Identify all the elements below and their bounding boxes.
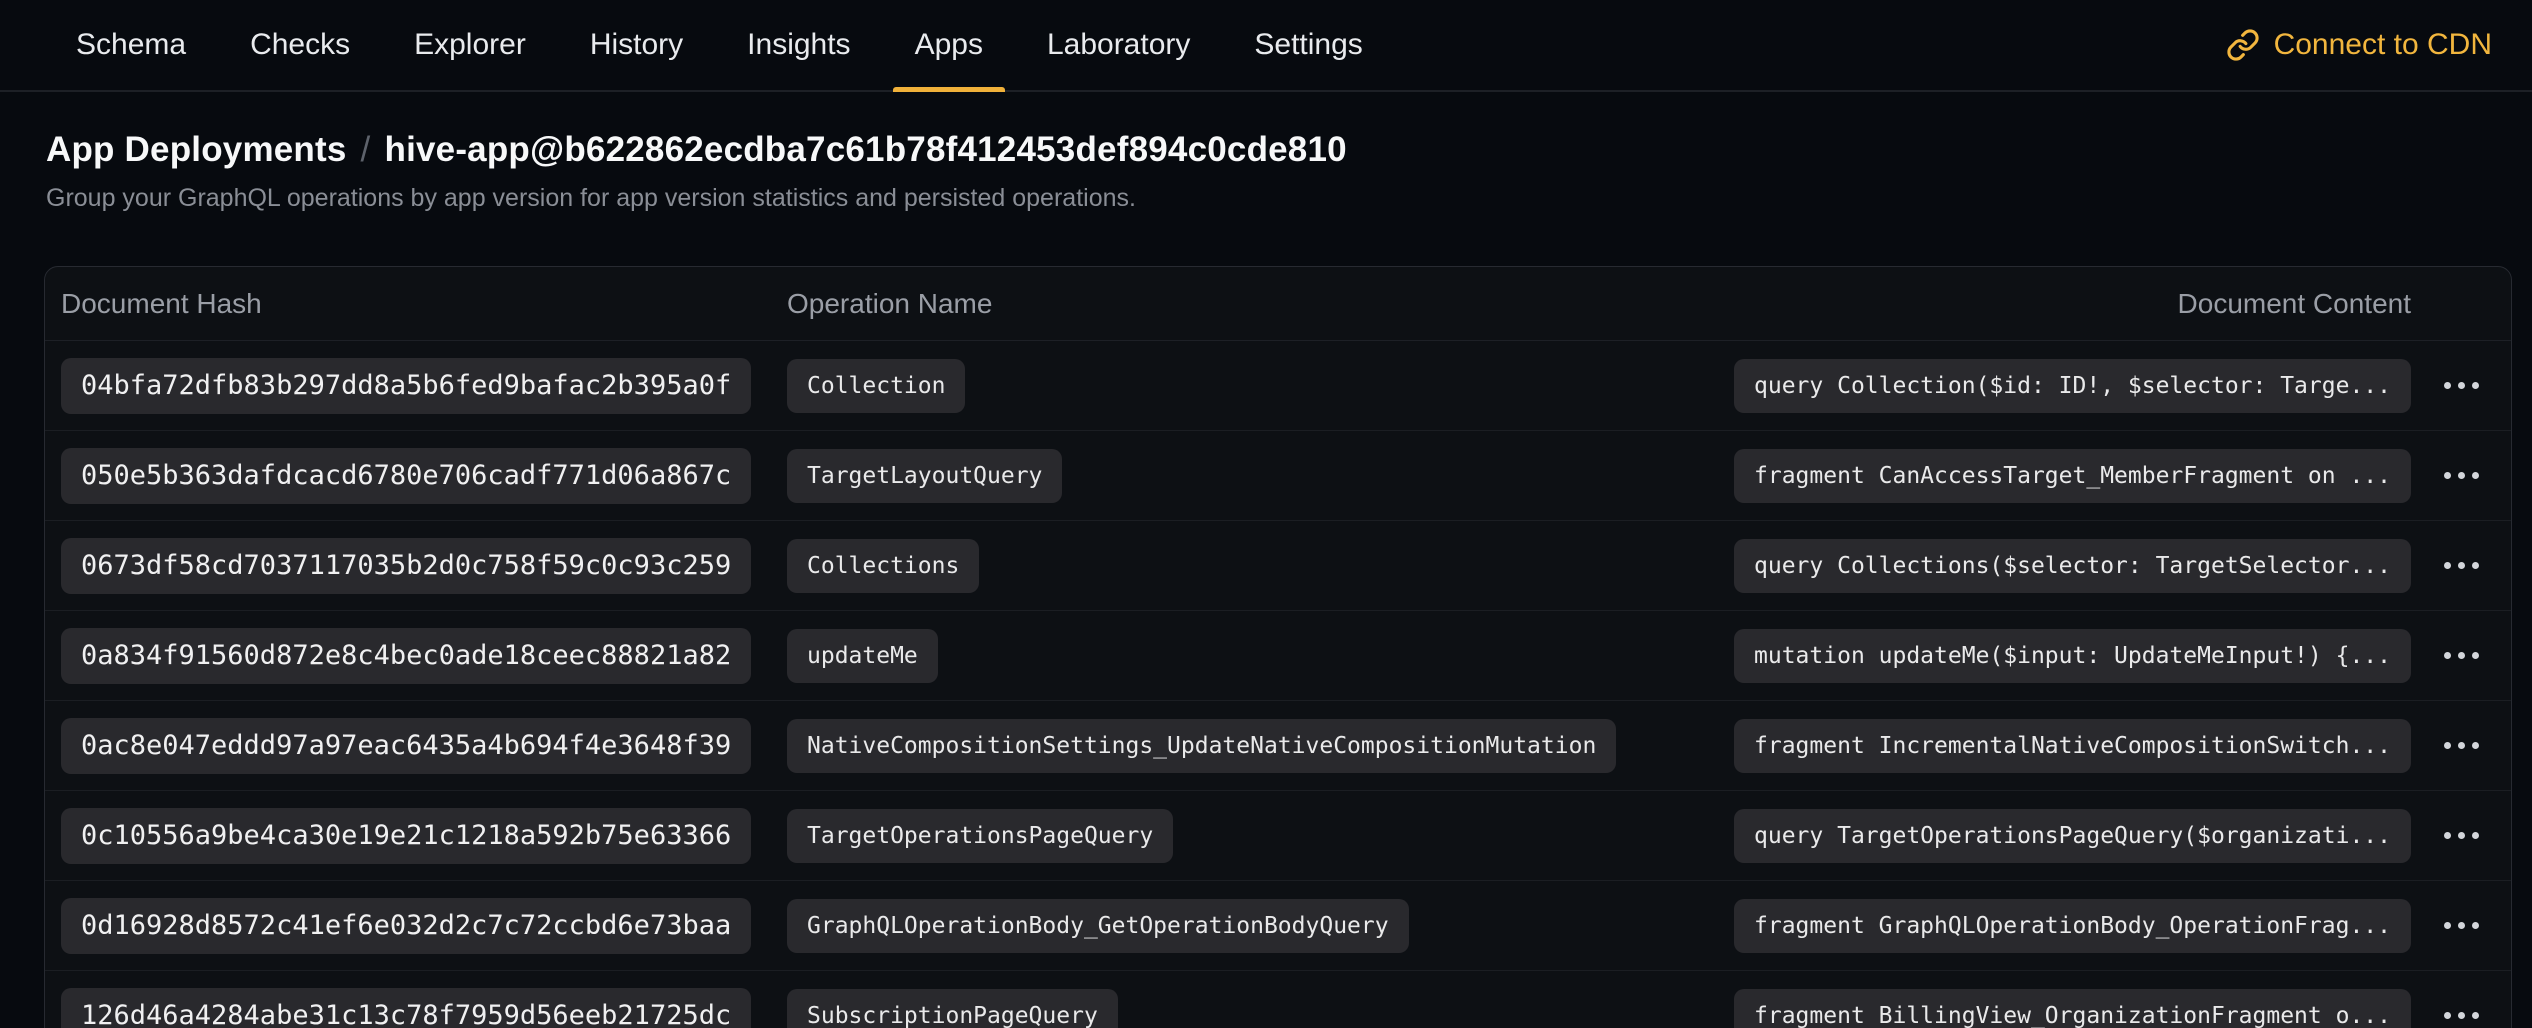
nav-tab-label: Settings bbox=[1254, 28, 1362, 62]
row-menu-button[interactable] bbox=[2432, 1000, 2491, 1028]
nav-tab-label: Insights bbox=[747, 28, 850, 62]
column-header-operation-name: Operation Name bbox=[787, 288, 1731, 320]
operation-name-pill: NativeCompositionSettings_UpdateNativeCo… bbox=[787, 719, 1616, 773]
document-content-pill: query TargetOperationsPageQuery($organiz… bbox=[1734, 809, 2411, 863]
page-subtitle: Group your GraphQL operations by app ver… bbox=[46, 182, 2486, 214]
nav-tab-history[interactable]: History bbox=[568, 0, 705, 90]
connect-to-cdn-button[interactable]: Connect to CDN bbox=[2226, 0, 2492, 90]
ellipsis-icon bbox=[2444, 562, 2451, 569]
breadcrumb-current: hive-app@b622862ecdba7c61b78f412453def89… bbox=[384, 130, 1346, 169]
document-content-pill: fragment IncrementalNativeCompositionSwi… bbox=[1734, 719, 2411, 773]
page-heading: App Deployments/hive-app@b622862ecdba7c6… bbox=[0, 128, 2532, 214]
table-row: 0d16928d8572c41ef6e032d2c7c72ccbd6e73baa… bbox=[45, 881, 2511, 971]
nav-tab-apps[interactable]: Apps bbox=[893, 0, 1005, 90]
column-header-document-hash: Document Hash bbox=[45, 288, 787, 320]
breadcrumb-section[interactable]: App Deployments bbox=[46, 130, 347, 169]
ellipsis-icon bbox=[2444, 1012, 2451, 1019]
ellipsis-icon bbox=[2444, 472, 2451, 479]
document-hash-pill: 0a834f91560d872e8c4bec0ade18ceec88821a82 bbox=[61, 628, 751, 684]
document-hash-pill: 0c10556a9be4ca30e19e21c1218a592b75e63366 bbox=[61, 808, 751, 864]
app-deployments-page: Schema Checks Explorer History Insights bbox=[0, 0, 2532, 1028]
document-content-pill: fragment GraphQLOperationBody_OperationF… bbox=[1734, 899, 2411, 953]
document-content-pill: query Collections($selector: TargetSelec… bbox=[1734, 539, 2411, 593]
operation-name-pill: Collections bbox=[787, 539, 979, 593]
nav-tab-label: Checks bbox=[250, 28, 350, 62]
row-menu-button[interactable] bbox=[2432, 460, 2491, 491]
nav-tab-label: Laboratory bbox=[1047, 28, 1190, 62]
table-row: 0a834f91560d872e8c4bec0ade18ceec88821a82… bbox=[45, 611, 2511, 701]
document-content-pill: fragment BillingView_OrganizationFragmen… bbox=[1734, 989, 2411, 1028]
operation-name-pill: Collection bbox=[787, 359, 965, 413]
document-content-pill: mutation updateMe($input: UpdateMeInput!… bbox=[1734, 629, 2411, 683]
table-row: 0c10556a9be4ca30e19e21c1218a592b75e63366… bbox=[45, 791, 2511, 881]
document-hash-pill: 126d46a4284abe31c13c78f7959d56eeb21725dc bbox=[61, 988, 751, 1028]
table-header-row: Document Hash Operation Name Document Co… bbox=[45, 267, 2511, 341]
document-hash-pill: 050e5b363dafdcacd6780e706cadf771d06a867c bbox=[61, 448, 751, 504]
operation-name-pill: TargetLayoutQuery bbox=[787, 449, 1062, 503]
ellipsis-icon bbox=[2444, 652, 2451, 659]
deployments-table: Document Hash Operation Name Document Co… bbox=[44, 266, 2512, 1028]
document-content-pill: fragment CanAccessTarget_MemberFragment … bbox=[1734, 449, 2411, 503]
ellipsis-icon bbox=[2444, 832, 2451, 839]
document-hash-pill: 0ac8e047eddd97a97eac6435a4b694f4e3648f39 bbox=[61, 718, 751, 774]
operation-name-pill: SubscriptionPageQuery bbox=[787, 989, 1118, 1028]
row-menu-button[interactable] bbox=[2432, 820, 2491, 851]
document-content-pill: query Collection($id: ID!, $selector: Ta… bbox=[1734, 359, 2411, 413]
nav-tabs: Schema Checks Explorer History Insights bbox=[54, 0, 1385, 90]
column-header-document-content: Document Content bbox=[1731, 288, 2411, 320]
nav-tab-settings[interactable]: Settings bbox=[1232, 0, 1384, 90]
table-row: 0673df58cd7037117035b2d0c758f59c0c93c259… bbox=[45, 521, 2511, 611]
table-row: 126d46a4284abe31c13c78f7959d56eeb21725dc… bbox=[45, 971, 2511, 1028]
table-body: 04bfa72dfb83b297dd8a5b6fed9bafac2b395a0f… bbox=[45, 341, 2511, 1028]
nav-tab-explorer[interactable]: Explorer bbox=[392, 0, 548, 90]
ellipsis-icon bbox=[2444, 382, 2451, 389]
connect-to-cdn-label: Connect to CDN bbox=[2274, 28, 2492, 62]
nav-tab-label: Apps bbox=[915, 28, 983, 62]
operation-name-pill: TargetOperationsPageQuery bbox=[787, 809, 1173, 863]
ellipsis-icon bbox=[2444, 922, 2451, 929]
nav-tab-checks[interactable]: Checks bbox=[228, 0, 372, 90]
row-menu-button[interactable] bbox=[2432, 910, 2491, 941]
table-row: 04bfa72dfb83b297dd8a5b6fed9bafac2b395a0f… bbox=[45, 341, 2511, 431]
operation-name-pill: updateMe bbox=[787, 629, 938, 683]
nav-tab-label: Explorer bbox=[414, 28, 526, 62]
link-icon bbox=[2226, 28, 2260, 62]
table-row: 050e5b363dafdcacd6780e706cadf771d06a867c… bbox=[45, 431, 2511, 521]
nav-tab-label: Schema bbox=[76, 28, 186, 62]
breadcrumb-separator: / bbox=[347, 130, 385, 169]
document-hash-pill: 04bfa72dfb83b297dd8a5b6fed9bafac2b395a0f bbox=[61, 358, 751, 414]
top-nav: Schema Checks Explorer History Insights bbox=[0, 0, 2532, 92]
operation-name-pill: GraphQLOperationBody_GetOperationBodyQue… bbox=[787, 899, 1409, 953]
nav-tab-schema[interactable]: Schema bbox=[54, 0, 208, 90]
nav-tab-label: History bbox=[590, 28, 683, 62]
nav-tab-insights[interactable]: Insights bbox=[725, 0, 872, 90]
nav-tab-laboratory[interactable]: Laboratory bbox=[1025, 0, 1212, 90]
row-menu-button[interactable] bbox=[2432, 640, 2491, 671]
row-menu-button[interactable] bbox=[2432, 730, 2491, 761]
breadcrumb: App Deployments/hive-app@b622862ecdba7c6… bbox=[46, 128, 2486, 172]
row-menu-button[interactable] bbox=[2432, 370, 2491, 401]
ellipsis-icon bbox=[2444, 742, 2451, 749]
document-hash-pill: 0673df58cd7037117035b2d0c758f59c0c93c259 bbox=[61, 538, 751, 594]
table-row: 0ac8e047eddd97a97eac6435a4b694f4e3648f39… bbox=[45, 701, 2511, 791]
document-hash-pill: 0d16928d8572c41ef6e032d2c7c72ccbd6e73baa bbox=[61, 898, 751, 954]
row-menu-button[interactable] bbox=[2432, 550, 2491, 581]
